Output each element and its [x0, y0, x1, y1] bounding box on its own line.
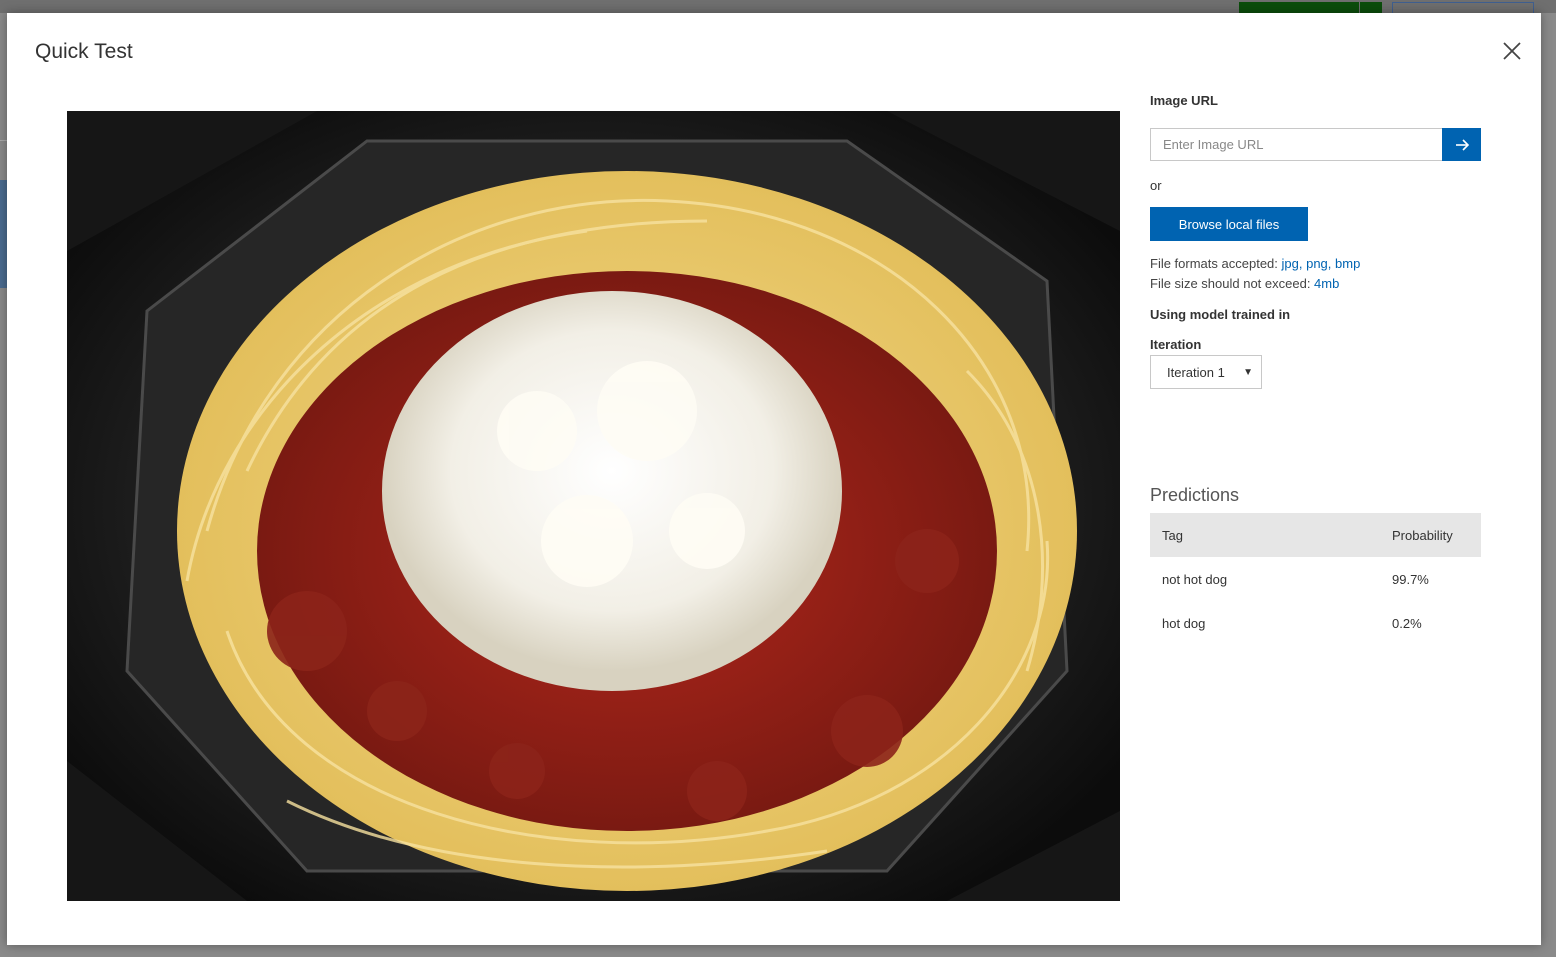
arrow-right-icon — [1455, 138, 1469, 151]
column-header-probability: Probability — [1380, 513, 1481, 557]
background-outline-button — [1392, 2, 1534, 13]
format-jpg: jpg — [1281, 256, 1299, 271]
spaghetti-photo-icon — [67, 111, 1120, 901]
background-train-dropdown — [1360, 2, 1382, 13]
column-header-tag: Tag — [1150, 513, 1380, 557]
background-sidebar-highlight — [0, 180, 7, 288]
iteration-selected-value: Iteration 1 — [1167, 364, 1225, 380]
background-divider — [0, 140, 7, 141]
file-size-label: File size should not exceed: — [1150, 276, 1315, 291]
table-row: hot dog 0.2% — [1150, 601, 1481, 645]
modal-title: Quick Test — [35, 40, 133, 63]
predictions-title: Predictions — [1150, 485, 1240, 505]
caret-down-icon: ▼ — [1243, 367, 1253, 378]
or-separator: or — [1150, 178, 1162, 193]
prediction-probability: 99.7% — [1392, 571, 1429, 587]
iteration-dropdown[interactable]: Iteration 1 ▼ — [1150, 355, 1262, 389]
file-formats-label: File formats accepted: — [1150, 256, 1282, 271]
predictions-table: Tag Probability not hot dog 99.7% hot do… — [1150, 513, 1481, 645]
iteration-label: Iteration — [1150, 337, 1202, 352]
prediction-tag: not hot dog — [1162, 571, 1228, 587]
quick-test-modal: Quick Test Image URL Enter Image URL or … — [7, 13, 1541, 945]
format-bmp: bmp — [1335, 256, 1361, 271]
close-icon — [1503, 42, 1521, 60]
predictions-header-row: Tag Probability — [1150, 513, 1481, 557]
table-row: not hot dog 99.7% — [1150, 557, 1481, 601]
file-formats-info: File formats accepted: jpg, png, bmp — [1150, 256, 1361, 271]
file-size-value: 4mb — [1314, 276, 1340, 291]
browse-local-files-button[interactable]: Browse local files — [1150, 207, 1308, 241]
file-size-info: File size should not exceed: 4mb — [1150, 276, 1339, 291]
prediction-tag: hot dog — [1162, 615, 1206, 631]
background-train-button — [1239, 2, 1359, 13]
preview-image — [67, 111, 1120, 901]
close-button[interactable] — [1500, 39, 1524, 63]
prediction-probability: 0.2% — [1392, 615, 1422, 631]
format-png: png — [1306, 256, 1328, 271]
model-trained-label: Using model trained in — [1150, 307, 1291, 322]
image-url-label: Image URL — [1150, 93, 1218, 108]
image-url-row — [1150, 128, 1481, 161]
image-url-input[interactable] — [1150, 128, 1442, 161]
submit-url-button[interactable] — [1442, 128, 1481, 161]
